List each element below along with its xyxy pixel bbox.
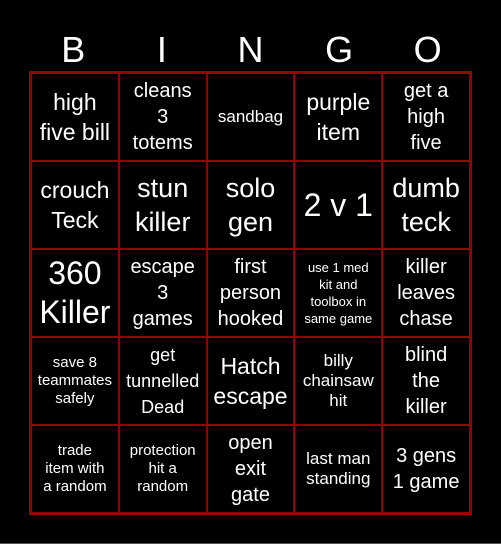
bingo-cell-r3-c4[interactable]: use 1 med kit and toolbox in same game <box>294 249 383 337</box>
cell-text: Hatch escape <box>213 353 288 409</box>
bingo-cell-r4-c5[interactable]: blind the killer <box>382 337 470 425</box>
cell-text: high five bill <box>39 89 111 145</box>
cell-text: get tunnelled Dead <box>126 345 200 417</box>
cell-text: solo gen <box>225 173 276 237</box>
cell-text: purple item <box>306 89 371 145</box>
bingo-cell-r5-c1[interactable]: trade item with a random <box>31 425 119 513</box>
cell-text: 2 v 1 <box>303 186 373 223</box>
bingo-cell-r5-c3[interactable]: open exit gate <box>206 425 295 513</box>
bingo-cell-r1-c4[interactable]: purple item <box>294 73 383 161</box>
cell-text: get a high five <box>403 80 449 154</box>
cell-text: open exit gate <box>228 432 273 506</box>
bingo-cell-r2-c2[interactable]: stun killer <box>118 161 207 249</box>
bingo-cell-r4-c1[interactable]: save 8 teammates safely <box>31 337 119 425</box>
bingo-cell-r1-c2[interactable]: cleans 3 totems <box>118 73 207 161</box>
bingo-cell-r1-c1[interactable]: high five bill <box>31 73 119 161</box>
cell-text: killer leaves chase <box>397 256 455 330</box>
cell-text: use 1 med kit and toolbox in same game <box>304 260 373 326</box>
cell-text: blind the killer <box>404 344 448 418</box>
bingo-cell-r3-c3[interactable]: first person hooked <box>206 249 295 337</box>
cell-text: stun killer <box>134 173 191 237</box>
bingo-cell-r4-c3[interactable]: Hatch escape <box>206 337 295 425</box>
cell-text: billy chainsaw hit <box>302 351 374 410</box>
cell-text: first person hooked <box>217 256 284 330</box>
bingo-cell-r4-c2[interactable]: get tunnelled Dead <box>118 337 207 425</box>
bingo-cell-r4-c4[interactable]: billy chainsaw hit <box>294 337 383 425</box>
bingo-cell-r2-c5[interactable]: dumb teck <box>382 161 470 249</box>
bingo-board: high five bill cleans 3 totems sandbag p… <box>29 71 472 515</box>
cell-text: dumb teck <box>392 173 460 237</box>
cell-text: cleans 3 totems <box>132 80 193 154</box>
bingo-cell-r5-c2[interactable]: protection hit a random <box>118 425 207 513</box>
header-letter-i: I <box>156 29 167 70</box>
bingo-cell-r3-c2[interactable]: escape 3 games <box>118 249 207 337</box>
cell-text: sandbag <box>217 107 284 126</box>
bingo-cell-r1-c3[interactable]: sandbag <box>206 73 295 161</box>
header-letter-b: B <box>61 29 86 70</box>
cell-text: 360 Killer <box>39 255 111 330</box>
cell-text: trade item with a random <box>43 442 107 495</box>
bingo-cell-r1-c5[interactable]: get a high five <box>382 73 470 161</box>
bingo-cell-r5-c5[interactable]: 3 gens 1 game <box>382 425 470 513</box>
cell-text: 3 gens 1 game <box>392 445 460 493</box>
header-letter-g: G <box>325 29 354 70</box>
cell-text: escape 3 games <box>130 256 195 330</box>
bingo-cell-r5-c4[interactable]: last man standing <box>294 425 383 513</box>
cell-text: save 8 teammates safely <box>37 354 112 407</box>
cell-text: crouch Teck <box>40 177 110 233</box>
bingo-cell-r2-c1[interactable]: crouch Teck <box>31 161 119 249</box>
bingo-header: B I N G O <box>29 30 472 70</box>
header-letter-o: O <box>413 29 442 70</box>
cell-text: protection hit a random <box>129 442 196 495</box>
bingo-cell-r3-c5[interactable]: killer leaves chase <box>382 249 470 337</box>
cell-text: last man standing <box>306 449 371 488</box>
header-letter-n: N <box>237 29 264 70</box>
bingo-cell-r2-c3[interactable]: solo gen <box>206 161 295 249</box>
bingo-cell-r2-c4[interactable]: 2 v 1 <box>294 161 383 249</box>
bingo-cell-r3-c1[interactable]: 360 Killer <box>31 249 119 337</box>
